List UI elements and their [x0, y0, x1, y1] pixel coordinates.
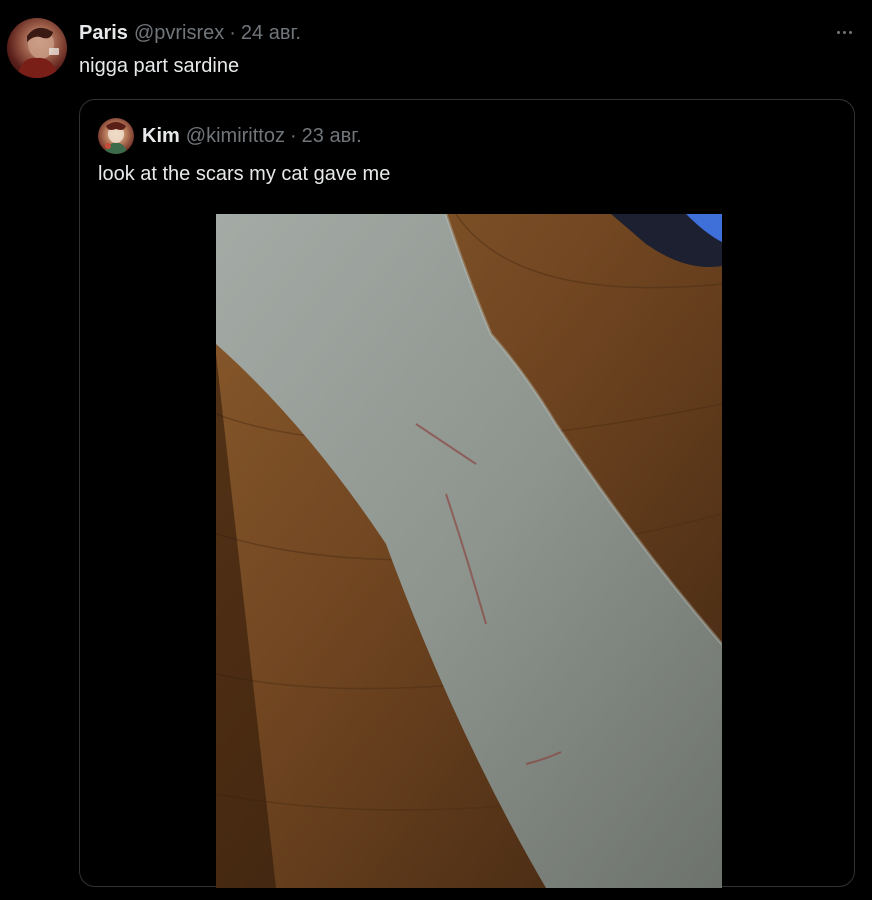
quoted-tweet-photo[interactable] — [216, 214, 722, 888]
quoted-tweet-header: Kim @kimirittoz · 23 авг. — [142, 124, 362, 148]
author-handle[interactable]: @pvrisrex — [134, 22, 224, 45]
header-separator: · — [229, 21, 236, 44]
quoted-header-separator: · — [290, 124, 297, 147]
tweet[interactable]: Paris @pvrisrex · 24 авг. nigga part sar… — [0, 0, 872, 900]
author-avatar[interactable] — [7, 18, 67, 78]
author-name[interactable]: Paris — [79, 22, 128, 45]
more-horizontal-icon[interactable] — [832, 22, 856, 42]
quoted-author-name[interactable]: Kim — [142, 125, 180, 148]
tweet-text: nigga part sardine — [79, 55, 240, 77]
quoted-tweet-text: look at the scars my cat gave me — [98, 163, 391, 185]
quoted-author-handle[interactable]: @kimirittoz — [186, 125, 285, 148]
quoted-author-avatar[interactable] — [98, 118, 134, 154]
tweet-header: Paris @pvrisrex · 24 авг. — [79, 20, 301, 46]
tweet-date[interactable]: 24 авг. — [241, 22, 301, 45]
quoted-tweet[interactable]: Kim @kimirittoz · 23 авг. look at the sc… — [79, 99, 855, 888]
quoted-tweet-date[interactable]: 23 авг. — [302, 125, 362, 148]
